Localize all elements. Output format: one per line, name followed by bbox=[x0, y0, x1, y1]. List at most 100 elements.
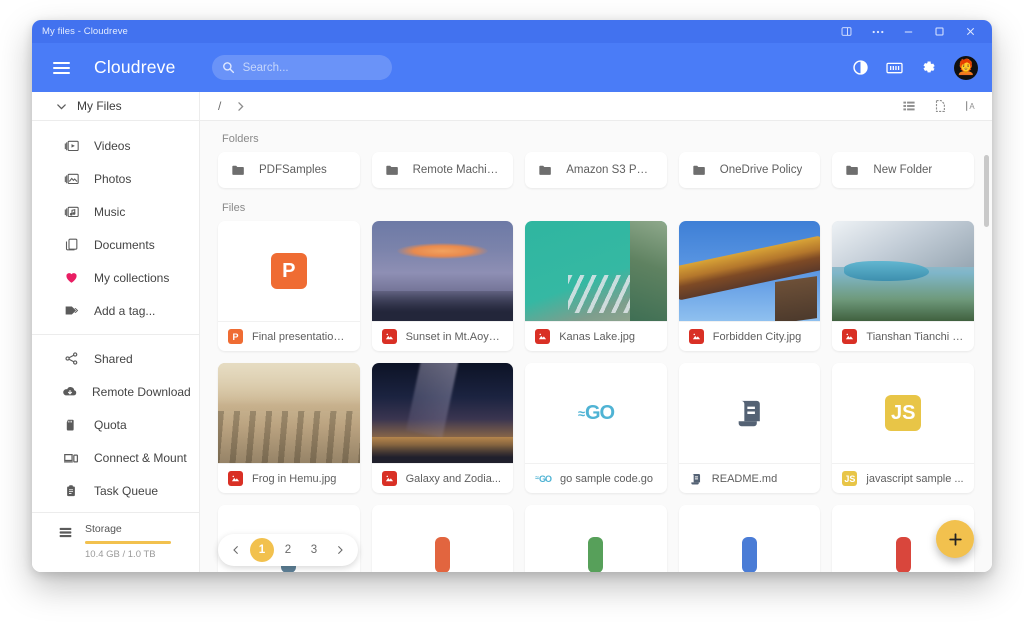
keyboard-icon[interactable] bbox=[886, 61, 903, 75]
file-card-footer: P Final presentation.... bbox=[218, 321, 360, 351]
app-brand: Cloudreve bbox=[94, 57, 176, 77]
file-name: Tianshan Tianchi .... bbox=[866, 330, 964, 343]
folder-card[interactable]: OneDrive Policy bbox=[678, 152, 821, 188]
file-card[interactable] bbox=[371, 505, 514, 572]
hamburger-icon[interactable] bbox=[44, 51, 78, 85]
sidebar-header[interactable]: My Files bbox=[32, 92, 199, 121]
breadcrumb[interactable]: / bbox=[218, 99, 221, 113]
search-box[interactable] bbox=[211, 55, 392, 80]
sidebar-item-my-collections[interactable]: My collections bbox=[32, 261, 199, 294]
image-file-icon bbox=[535, 329, 551, 344]
file-card-footer: Tianshan Tianchi .... bbox=[832, 321, 974, 351]
file-card-footer: Galaxy and Zodia... bbox=[371, 463, 514, 493]
pagination-page-1[interactable]: 1 bbox=[250, 538, 274, 562]
file-thumbnail-image bbox=[678, 221, 821, 321]
ppt-file-icon: P bbox=[228, 329, 243, 344]
folder-card[interactable]: PDFSamples bbox=[218, 152, 360, 188]
file-card[interactable]: Forbidden City.jpg bbox=[678, 221, 821, 351]
file-card[interactable]: P P Final presentation.... bbox=[218, 221, 360, 351]
image-file-icon bbox=[688, 329, 704, 344]
file-card[interactable]: Frog in Hemu.jpg bbox=[218, 363, 360, 493]
folder-name: Remote Machine ... bbox=[412, 164, 501, 176]
sidebar-item-label: Connect & Mount bbox=[94, 450, 187, 465]
file-type-icon bbox=[434, 537, 450, 572]
pagination-page-2[interactable]: 2 bbox=[276, 538, 300, 562]
title-bar: My files - Cloudreve bbox=[32, 20, 992, 43]
file-card[interactable]: Tianshan Tianchi .... bbox=[832, 221, 974, 351]
sidebar-item-documents[interactable]: Documents bbox=[32, 228, 199, 261]
avatar[interactable]: 🧑‍🦰 bbox=[954, 55, 978, 80]
folder-card[interactable]: New Folder bbox=[832, 152, 974, 188]
file-thumbnail: ≈ GO bbox=[525, 363, 667, 463]
storage-widget[interactable]: Storage 10.4 GB / 1.0 TB bbox=[32, 512, 199, 572]
sidebar-header-label: My Files bbox=[77, 99, 122, 113]
file-card[interactable]: ≈ GO ≈ GO go sample code.go bbox=[525, 363, 667, 493]
new-file-icon[interactable] bbox=[933, 99, 947, 113]
files-grid: P P Final presentation.... Sunset in Mt.Aoy… bbox=[218, 221, 974, 572]
sidebar-item-task-queue[interactable]: Task Queue bbox=[32, 474, 199, 507]
sidebar-item-shared[interactable]: Shared bbox=[32, 342, 199, 375]
file-thumbnail bbox=[372, 505, 514, 572]
storage-bar-fill bbox=[85, 541, 171, 544]
file-thumbnail-icon: P bbox=[270, 253, 307, 289]
pagination: 1 2 3 bbox=[218, 534, 358, 566]
storage-icon bbox=[58, 523, 73, 545]
folder-card[interactable]: Remote Machine ... bbox=[371, 152, 514, 188]
file-card[interactable] bbox=[678, 505, 821, 572]
minimize-button[interactable] bbox=[893, 20, 924, 43]
folder-icon bbox=[538, 163, 553, 178]
sort-icon[interactable]: A bbox=[964, 99, 978, 113]
file-thumbnail bbox=[218, 363, 360, 463]
clipboard-icon bbox=[62, 484, 80, 498]
image-file-icon bbox=[228, 471, 243, 486]
file-card[interactable] bbox=[525, 505, 667, 572]
video-library-icon bbox=[62, 138, 80, 153]
folder-icon bbox=[692, 163, 707, 178]
file-name: Kanas Lake.jpg bbox=[559, 330, 636, 343]
sidebar-item-quota[interactable]: Quota bbox=[32, 408, 199, 441]
sidebar-item-remote-download[interactable]: Remote Download bbox=[32, 375, 199, 408]
chevron-right-icon[interactable] bbox=[235, 101, 246, 112]
vertical-scrollbar-thumb[interactable] bbox=[984, 155, 989, 227]
chevron-down-icon bbox=[56, 101, 67, 112]
ppt-file-icon: P bbox=[270, 253, 307, 289]
sidebar-item-music[interactable]: Music bbox=[32, 195, 199, 228]
file-thumbnail bbox=[678, 221, 821, 321]
sidebar-item-videos[interactable]: Videos bbox=[32, 129, 199, 162]
split-screen-icon[interactable] bbox=[831, 20, 862, 43]
sidebar-item-add-a-tag[interactable]: Add a tag... bbox=[32, 294, 199, 327]
file-card[interactable]: JS JS javascript sample ... bbox=[832, 363, 974, 493]
files-section-label: Files bbox=[222, 202, 246, 214]
main-panel: / A Folders PDFSamples Remote Machine Am… bbox=[200, 92, 992, 572]
list-view-icon[interactable] bbox=[902, 99, 916, 113]
folder-card[interactable]: Amazon S3 Policy bbox=[525, 152, 667, 188]
file-card[interactable]: Sunset in Mt.Aoyu... bbox=[371, 221, 514, 351]
add-button[interactable] bbox=[936, 520, 974, 558]
gear-icon[interactable] bbox=[920, 59, 937, 76]
file-thumbnail bbox=[679, 363, 821, 463]
file-card[interactable]: Kanas Lake.jpg bbox=[525, 221, 667, 351]
photo-library-icon bbox=[62, 171, 80, 186]
close-button[interactable] bbox=[955, 20, 986, 43]
sidebar-item-photos[interactable]: Photos bbox=[32, 162, 199, 195]
file-card[interactable]: README.md bbox=[678, 363, 821, 493]
pagination-page-3[interactable]: 3 bbox=[302, 538, 326, 562]
search-icon bbox=[222, 61, 235, 74]
markdown-file-icon bbox=[689, 472, 703, 486]
pagination-prev[interactable] bbox=[224, 538, 248, 562]
search-input[interactable] bbox=[242, 61, 382, 74]
file-card-footer: Kanas Lake.jpg bbox=[525, 321, 667, 351]
file-thumbnail-image bbox=[525, 221, 667, 321]
file-card[interactable]: Galaxy and Zodia... bbox=[371, 363, 514, 493]
sidebar-item-connect-and-mount[interactable]: Connect & Mount bbox=[32, 441, 199, 474]
file-card-footer: Frog in Hemu.jpg bbox=[218, 463, 360, 493]
maximize-button[interactable] bbox=[924, 20, 955, 43]
file-scroll-area[interactable]: Folders PDFSamples Remote Machine ... Amaz… bbox=[200, 121, 992, 572]
sidebar-divider bbox=[32, 334, 199, 335]
file-name: README.md bbox=[711, 472, 778, 485]
dark-mode-icon[interactable] bbox=[852, 59, 869, 76]
pagination-next[interactable] bbox=[328, 538, 352, 562]
file-thumbnail bbox=[525, 505, 667, 572]
more-options-icon[interactable] bbox=[862, 20, 893, 43]
file-type-icon bbox=[588, 537, 604, 572]
